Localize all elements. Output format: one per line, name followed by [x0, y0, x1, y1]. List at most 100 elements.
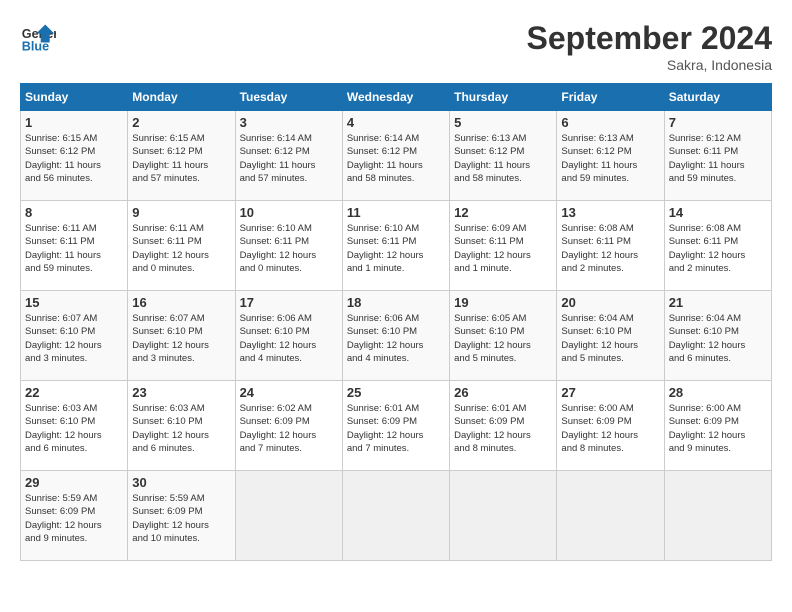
day-number: 13 [561, 205, 659, 220]
day-number: 7 [669, 115, 767, 130]
day-info: Sunrise: 6:13 AM Sunset: 6:12 PM Dayligh… [561, 132, 659, 185]
day-number: 23 [132, 385, 230, 400]
calendar-cell [557, 471, 664, 561]
day-info: Sunrise: 6:07 AM Sunset: 6:10 PM Dayligh… [132, 312, 230, 365]
day-info: Sunrise: 5:59 AM Sunset: 6:09 PM Dayligh… [132, 492, 230, 545]
calendar-cell: 12 Sunrise: 6:09 AM Sunset: 6:11 PM Dayli… [450, 201, 557, 291]
day-number: 10 [240, 205, 338, 220]
day-number: 27 [561, 385, 659, 400]
day-info: Sunrise: 6:04 AM Sunset: 6:10 PM Dayligh… [669, 312, 767, 365]
calendar-cell: 10 Sunrise: 6:10 AM Sunset: 6:11 PM Dayli… [235, 201, 342, 291]
day-info: Sunrise: 6:04 AM Sunset: 6:10 PM Dayligh… [561, 312, 659, 365]
day-info: Sunrise: 6:10 AM Sunset: 6:11 PM Dayligh… [240, 222, 338, 275]
day-number: 21 [669, 295, 767, 310]
calendar-cell: 9 Sunrise: 6:11 AM Sunset: 6:11 PM Daylig… [128, 201, 235, 291]
col-header-friday: Friday [557, 84, 664, 111]
calendar-cell: 8 Sunrise: 6:11 AM Sunset: 6:11 PM Daylig… [21, 201, 128, 291]
calendar-cell: 5Sunrise: 6:13 AM Sunset: 6:12 PM Daylig… [450, 111, 557, 201]
day-number: 14 [669, 205, 767, 220]
logo-icon: General Blue [20, 20, 56, 56]
calendar-cell: 14 Sunrise: 6:08 AM Sunset: 6:11 PM Dayli… [664, 201, 771, 291]
calendar-cell: 27 Sunrise: 6:00 AM Sunset: 6:09 PM Dayli… [557, 381, 664, 471]
calendar-cell: 28 Sunrise: 6:00 AM Sunset: 6:09 PM Dayli… [664, 381, 771, 471]
calendar-cell: 22 Sunrise: 6:03 AM Sunset: 6:10 PM Dayli… [21, 381, 128, 471]
calendar-cell: 3 Sunrise: 6:14 AM Sunset: 6:12 PM Daylig… [235, 111, 342, 201]
col-header-monday: Monday [128, 84, 235, 111]
calendar-cell: 21 Sunrise: 6:04 AM Sunset: 6:10 PM Dayli… [664, 291, 771, 381]
calendar-cell: 30 Sunrise: 5:59 AM Sunset: 6:09 PM Dayli… [128, 471, 235, 561]
logo: General Blue [20, 20, 56, 56]
calendar-cell: 4 Sunrise: 6:14 AM Sunset: 6:12 PM Daylig… [342, 111, 449, 201]
day-number: 29 [25, 475, 123, 490]
day-number: 30 [132, 475, 230, 490]
calendar-cell [450, 471, 557, 561]
location-title: Sakra, Indonesia [527, 57, 772, 73]
calendar-cell: 16 Sunrise: 6:07 AM Sunset: 6:10 PM Dayli… [128, 291, 235, 381]
day-info: Sunrise: 6:08 AM Sunset: 6:11 PM Dayligh… [561, 222, 659, 275]
calendar-table: SundayMondayTuesdayWednesdayThursdayFrid… [20, 83, 772, 561]
day-info: Sunrise: 6:07 AM Sunset: 6:10 PM Dayligh… [25, 312, 123, 365]
day-info: Sunrise: 6:14 AM Sunset: 6:12 PM Dayligh… [240, 132, 338, 185]
calendar-cell: 24 Sunrise: 6:02 AM Sunset: 6:09 PM Dayli… [235, 381, 342, 471]
day-info: Sunrise: 6:02 AM Sunset: 6:09 PM Dayligh… [240, 402, 338, 455]
day-info: Sunrise: 6:11 AM Sunset: 6:11 PM Dayligh… [132, 222, 230, 275]
day-number: 19 [454, 295, 552, 310]
day-number: 9 [132, 205, 230, 220]
day-info: Sunrise: 6:14 AM Sunset: 6:12 PM Dayligh… [347, 132, 445, 185]
calendar-cell: 25Sunrise: 6:01 AM Sunset: 6:09 PM Dayli… [342, 381, 449, 471]
day-info: Sunrise: 6:15 AM Sunset: 6:12 PM Dayligh… [25, 132, 123, 185]
day-info: Sunrise: 6:05 AM Sunset: 6:10 PM Dayligh… [454, 312, 552, 365]
calendar-cell: 7Sunrise: 6:12 AM Sunset: 6:11 PM Daylig… [664, 111, 771, 201]
day-info: Sunrise: 6:00 AM Sunset: 6:09 PM Dayligh… [669, 402, 767, 455]
col-header-sunday: Sunday [21, 84, 128, 111]
day-info: Sunrise: 6:10 AM Sunset: 6:11 PM Dayligh… [347, 222, 445, 275]
day-number: 18 [347, 295, 445, 310]
day-number: 16 [132, 295, 230, 310]
calendar-cell: 13 Sunrise: 6:08 AM Sunset: 6:11 PM Dayli… [557, 201, 664, 291]
day-info: Sunrise: 6:06 AM Sunset: 6:10 PM Dayligh… [240, 312, 338, 365]
day-info: Sunrise: 6:15 AM Sunset: 6:12 PM Dayligh… [132, 132, 230, 185]
day-number: 4 [347, 115, 445, 130]
day-number: 3 [240, 115, 338, 130]
calendar-cell: 19 Sunrise: 6:05 AM Sunset: 6:10 PM Dayli… [450, 291, 557, 381]
day-number: 12 [454, 205, 552, 220]
col-header-saturday: Saturday [664, 84, 771, 111]
day-number: 1 [25, 115, 123, 130]
col-header-tuesday: Tuesday [235, 84, 342, 111]
day-info: Sunrise: 6:11 AM Sunset: 6:11 PM Dayligh… [25, 222, 123, 275]
day-number: 24 [240, 385, 338, 400]
calendar-cell: 23 Sunrise: 6:03 AM Sunset: 6:10 PM Dayli… [128, 381, 235, 471]
day-number: 22 [25, 385, 123, 400]
day-info: Sunrise: 6:09 AM Sunset: 6:11 PM Dayligh… [454, 222, 552, 275]
calendar-cell: 18 Sunrise: 6:06 AM Sunset: 6:10 PM Dayli… [342, 291, 449, 381]
title-area: September 2024 Sakra, Indonesia [527, 20, 772, 73]
calendar-cell [235, 471, 342, 561]
calendar-cell: 20 Sunrise: 6:04 AM Sunset: 6:10 PM Dayli… [557, 291, 664, 381]
calendar-cell: 15 Sunrise: 6:07 AM Sunset: 6:10 PM Dayli… [21, 291, 128, 381]
day-number: 6 [561, 115, 659, 130]
day-number: 26 [454, 385, 552, 400]
col-header-thursday: Thursday [450, 84, 557, 111]
day-number: 28 [669, 385, 767, 400]
day-number: 5 [454, 115, 552, 130]
day-info: Sunrise: 6:00 AM Sunset: 6:09 PM Dayligh… [561, 402, 659, 455]
calendar-cell: 2Sunrise: 6:15 AM Sunset: 6:12 PM Daylig… [128, 111, 235, 201]
calendar-cell: 29 Sunrise: 5:59 AM Sunset: 6:09 PM Dayli… [21, 471, 128, 561]
day-number: 17 [240, 295, 338, 310]
day-number: 25 [347, 385, 445, 400]
month-title: September 2024 [527, 20, 772, 57]
calendar-cell: 17 Sunrise: 6:06 AM Sunset: 6:10 PM Dayli… [235, 291, 342, 381]
day-info: Sunrise: 6:03 AM Sunset: 6:10 PM Dayligh… [132, 402, 230, 455]
col-header-wednesday: Wednesday [342, 84, 449, 111]
calendar-cell [664, 471, 771, 561]
day-number: 20 [561, 295, 659, 310]
day-info: Sunrise: 6:08 AM Sunset: 6:11 PM Dayligh… [669, 222, 767, 275]
day-number: 15 [25, 295, 123, 310]
header: General Blue September 2024 Sakra, Indon… [20, 20, 772, 73]
day-number: 8 [25, 205, 123, 220]
day-info: Sunrise: 6:03 AM Sunset: 6:10 PM Dayligh… [25, 402, 123, 455]
calendar-cell [342, 471, 449, 561]
calendar-cell: 26Sunrise: 6:01 AM Sunset: 6:09 PM Dayli… [450, 381, 557, 471]
day-info: Sunrise: 6:06 AM Sunset: 6:10 PM Dayligh… [347, 312, 445, 365]
day-info: Sunrise: 5:59 AM Sunset: 6:09 PM Dayligh… [25, 492, 123, 545]
